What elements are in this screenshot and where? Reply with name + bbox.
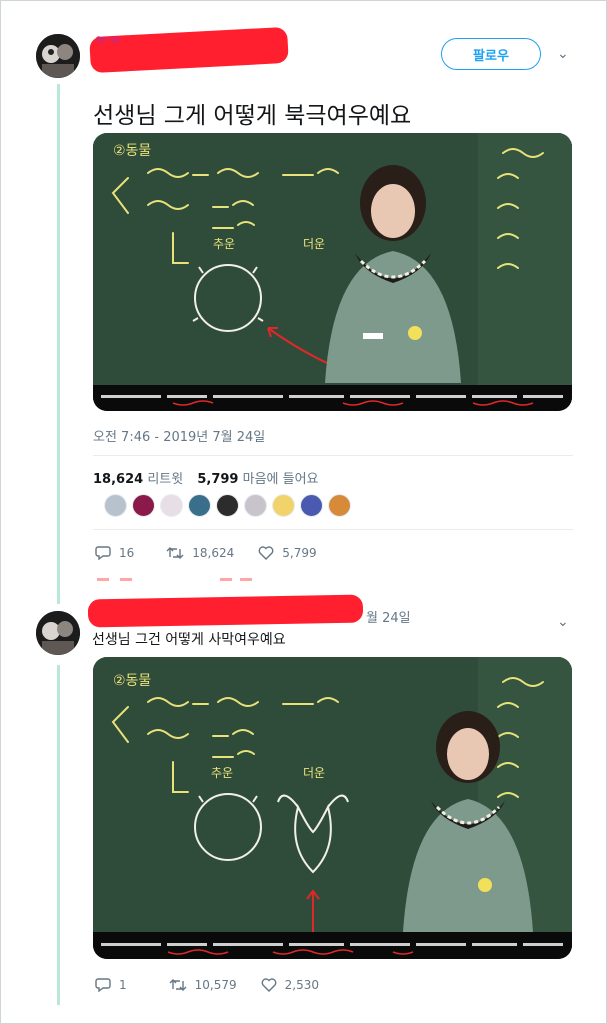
like-count: 5,799	[282, 545, 317, 560]
avatar-image	[36, 34, 80, 78]
board-label-warm: 더운	[303, 237, 325, 251]
chevron-down-icon[interactable]: ⌄	[557, 46, 569, 62]
heart-emoji-icons: ❤❤	[95, 32, 123, 50]
like-button[interactable]: 2,530	[261, 978, 319, 992]
redaction-mark	[120, 578, 132, 581]
reply-button[interactable]: 1	[95, 977, 127, 992]
follow-button[interactable]: 팔로우	[441, 38, 541, 70]
likes-label[interactable]: 마음에 들어요	[243, 472, 319, 487]
board-label-warm: 더운	[303, 766, 325, 780]
liker-avatar[interactable]	[300, 494, 323, 517]
retweet-button[interactable]: 18,624	[166, 546, 234, 560]
tweet-date[interactable]: 월 24일	[366, 607, 411, 626]
like-count: 2,530	[284, 977, 319, 992]
engagement-stats: 18,624 리트윗 5,799 마음에 들어요	[93, 468, 329, 487]
author-avatar[interactable]	[36, 34, 80, 78]
retweet-count: 10,579	[194, 977, 237, 992]
reply-button[interactable]: 16	[95, 545, 134, 560]
reply-icon	[95, 978, 111, 992]
reply-icon	[95, 546, 111, 560]
redaction-mark	[240, 578, 252, 581]
redaction-mark	[220, 578, 232, 581]
retweet-icon	[169, 978, 187, 991]
heart-icon	[258, 545, 274, 560]
tweet-actions: 16 18,624 5,799	[95, 545, 341, 560]
chevron-down-icon[interactable]: ⌄	[557, 614, 569, 630]
thread-connector-line	[57, 84, 60, 604]
chalkboard-lecture-illustration: ②동물 추운 더운	[93, 133, 572, 411]
reply-count: 1	[119, 977, 127, 992]
reply-count: 16	[119, 545, 135, 560]
liker-avatar[interactable]	[272, 494, 295, 517]
tweet-actions-2: 1 10,579 2,530	[95, 977, 343, 992]
retweet-icon	[166, 546, 184, 559]
retweet-count: 18,624	[192, 545, 235, 560]
like-button[interactable]: 5,799	[258, 545, 317, 560]
liker-avatar[interactable]	[132, 494, 155, 517]
redaction-mark	[97, 578, 109, 581]
thread-connector-line-2	[57, 665, 60, 1005]
tweet-media-image-2[interactable]: ②동물 추운 더운	[93, 657, 572, 959]
divider	[93, 455, 573, 456]
liker-avatar[interactable]	[244, 494, 267, 517]
tweet-text: 선생님 그게 어떻게 북극여우예요	[93, 103, 412, 129]
redacted-username-2	[87, 594, 364, 628]
divider	[93, 529, 573, 530]
chalkboard-lecture-illustration-2: ②동물 추운 더운	[93, 657, 572, 959]
tweet-timestamp[interactable]: 오전 7:46 - 2019년 7월 24일	[93, 426, 265, 445]
liker-avatar[interactable]	[188, 494, 211, 517]
liker-avatar[interactable]	[160, 494, 183, 517]
retweet-button[interactable]: 10,579	[169, 978, 237, 992]
liker-avatar[interactable]	[104, 494, 127, 517]
tweet-text-2: 선생님 그건 어떻게 사막여우예요	[92, 632, 286, 648]
avatar-image	[36, 611, 80, 655]
liker-avatars	[104, 494, 351, 517]
board-label-text: ②동물	[113, 673, 151, 689]
board-label-cold: 추운	[213, 237, 235, 251]
liker-avatar[interactable]	[328, 494, 351, 517]
tweet-media-image[interactable]: ②동물 추운 더운	[93, 133, 572, 411]
liker-avatar[interactable]	[216, 494, 239, 517]
likes-count[interactable]: 5,799	[197, 472, 238, 487]
retweets-count[interactable]: 18,624	[93, 472, 143, 487]
heart-icon	[261, 977, 277, 992]
board-label-text: ②동물	[113, 143, 151, 159]
retweets-label[interactable]: 리트윗	[147, 472, 183, 487]
board-label-cold: 추운	[211, 766, 233, 780]
author-avatar-2[interactable]	[36, 611, 80, 655]
